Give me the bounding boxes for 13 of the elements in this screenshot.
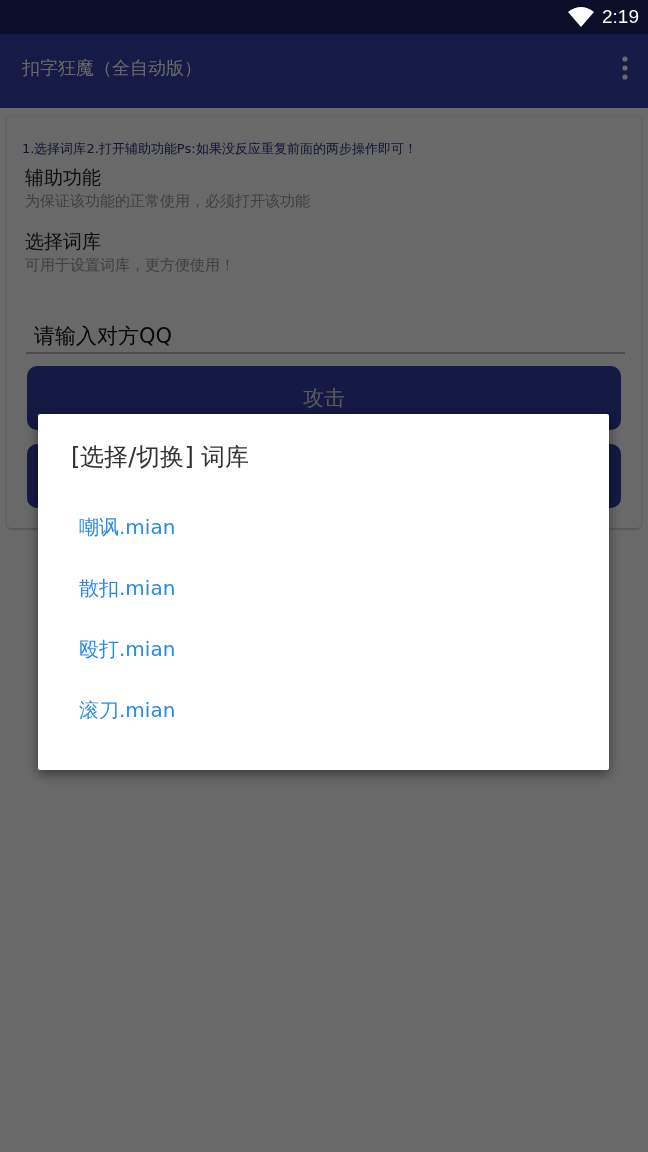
library-option[interactable]: 殴打.mian xyxy=(79,635,176,663)
dialog-title: [选择/切换] 词库 xyxy=(71,442,251,473)
setting-title[interactable]: 辅助功能 xyxy=(25,164,621,190)
instructions-text: 1.选择词库2.打开辅助功能Ps:如果没反应重复前面的两步操作即可！ xyxy=(22,140,418,158)
wifi-icon xyxy=(568,7,594,27)
app-title: 扣字狂魔（全自动版） xyxy=(22,56,202,80)
qq-input-field[interactable]: 请输入对方QQ xyxy=(26,320,625,354)
library-option[interactable]: 滚刀.mian xyxy=(79,696,176,724)
setting-title[interactable]: 选择词库 xyxy=(25,228,621,254)
clock-time: 2:19 xyxy=(602,6,639,28)
library-option[interactable]: 嘲讽.mian xyxy=(79,513,176,541)
more-menu-icon[interactable] xyxy=(622,56,628,80)
library-option[interactable]: 散扣.mian xyxy=(79,574,176,602)
